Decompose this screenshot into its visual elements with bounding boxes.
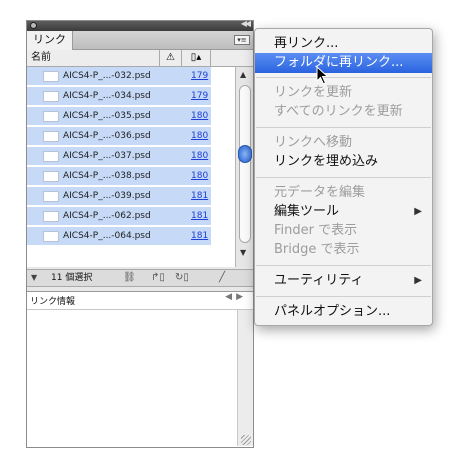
info-nav-arrows-icon[interactable]: ◀▶ (225, 292, 247, 302)
links-list: AICS4-P_...-032.psd 179 AICS4-P_...-034.… (27, 67, 235, 267)
collapse-icon[interactable]: ◀◀ (241, 19, 251, 28)
menu-item-relink[interactable]: 再リンク... (255, 34, 432, 54)
link-name: AICS4-P_...-036.psd (63, 131, 151, 141)
menu-separator (256, 77, 431, 78)
link-name: AICS4-P_...-039.psd (63, 191, 151, 201)
menu-item-go-to-link[interactable]: リンクへ移動 (255, 133, 432, 153)
file-thumbnail-icon (43, 211, 59, 222)
menu-item-panel-options[interactable]: パネルオプション... (255, 302, 432, 322)
menu-separator (256, 296, 431, 297)
file-thumbnail-icon (43, 151, 59, 162)
link-name: AICS4-P_...-038.psd (63, 171, 151, 181)
menu-separator (256, 127, 431, 128)
panel-menu-icon[interactable]: ▾≡ (234, 35, 250, 45)
mouse-pointer-icon (316, 66, 329, 85)
list-item[interactable]: AICS4-P_...-062.psd 181 (27, 207, 211, 226)
warning-icon[interactable]: ⚠ (159, 50, 181, 66)
menu-item-update-link[interactable]: リンクを更新 (255, 83, 432, 103)
info-scrollbar[interactable] (237, 309, 253, 446)
show-info-toggle-icon[interactable]: ▼ (31, 270, 37, 286)
column-header: 名前 ⚠ ▯▴ (27, 50, 253, 67)
panel-status-bar: ▼ 11 個選択 ⛓ ↱▯ ↻▯ ╱ (27, 269, 253, 287)
close-icon[interactable] (30, 22, 37, 29)
file-thumbnail-icon (43, 191, 59, 202)
link-page-number[interactable]: 180 (191, 107, 208, 125)
link-page-number[interactable]: 180 (191, 167, 208, 185)
link-name: AICS4-P_...-035.psd (63, 111, 151, 121)
file-thumbnail-icon (43, 91, 59, 102)
panel-tab-row: リンク ▾≡ (27, 31, 253, 50)
tab-links[interactable]: リンク (27, 31, 73, 50)
file-thumbnail-icon (43, 171, 59, 182)
link-name: AICS4-P_...-064.psd (63, 231, 151, 241)
submenu-arrow-icon: ▶ (414, 206, 422, 217)
submenu-arrow-icon: ▶ (414, 275, 422, 286)
link-info-label: リンク情報 (30, 297, 76, 307)
panel-context-menu: 再リンク... フォルダに再リンク... リンクを更新 すべてのリンクを更新 リ… (254, 28, 433, 326)
links-panel: ◀◀ リンク ▾≡ 名前 ⚠ ▯▴ AICS4-P_...-032.psd 17… (26, 19, 254, 448)
menu-item-update-all-links[interactable]: すべてのリンクを更新 (255, 102, 432, 122)
link-name: AICS4-P_...-037.psd (63, 151, 151, 161)
link-page-number[interactable]: 179 (191, 87, 208, 105)
scroll-track[interactable] (239, 85, 251, 243)
menu-item-edit-original[interactable]: 元データを編集 (255, 183, 432, 203)
menu-item-edit-with[interactable]: 編集ツール ▶ (255, 202, 432, 222)
menu-separator (256, 265, 431, 266)
link-name: AICS4-P_...-032.psd (63, 71, 151, 81)
file-thumbnail-icon (43, 71, 59, 82)
link-name: AICS4-P_...-062.psd (63, 211, 151, 221)
list-item[interactable]: AICS4-P_...-038.psd 180 (27, 167, 211, 186)
file-thumbnail-icon (43, 131, 59, 142)
list-scrollbar[interactable]: ▲ ▼ (235, 67, 253, 267)
menu-separator (256, 177, 431, 178)
go-to-link-icon[interactable]: ↻▯ (175, 270, 189, 286)
list-item[interactable]: AICS4-P_...-064.psd 181 (27, 227, 211, 246)
menu-item-reveal-in-bridge[interactable]: Bridge で表示 (255, 240, 432, 260)
menu-item-embed-link[interactable]: リンクを埋め込み (255, 152, 432, 172)
menu-item-relink-to-folder[interactable]: フォルダに再リンク... (255, 53, 432, 73)
relink-icon[interactable]: ↱▯ (151, 270, 165, 286)
list-item[interactable]: AICS4-P_...-039.psd 181 (27, 187, 211, 206)
link-page-number[interactable]: 181 (191, 207, 208, 225)
list-item[interactable]: AICS4-P_...-032.psd 179 (27, 67, 211, 86)
scroll-down-icon[interactable]: ▼ (240, 248, 246, 257)
link-name: AICS4-P_...-034.psd (63, 91, 151, 101)
link-page-number[interactable]: 179 (191, 67, 208, 85)
menu-item-edit-with-label: 編集ツール (274, 204, 340, 219)
file-thumbnail-icon (43, 111, 59, 122)
list-item[interactable]: AICS4-P_...-037.psd 180 (27, 147, 211, 166)
relink-cc-icon[interactable]: ⛓ (123, 270, 136, 286)
list-item[interactable]: AICS4-P_...-035.psd 180 (27, 107, 211, 126)
list-item[interactable]: AICS4-P_...-036.psd 180 (27, 127, 211, 146)
list-item[interactable]: AICS4-P_...-034.psd 179 (27, 87, 211, 106)
scroll-thumb[interactable] (238, 145, 252, 163)
menu-item-reveal-in-finder[interactable]: Finder で表示 (255, 221, 432, 241)
selection-count: 11 個選択 (51, 273, 93, 283)
scroll-up-icon[interactable]: ▲ (240, 70, 246, 79)
column-name-header[interactable]: 名前 (31, 50, 51, 66)
menu-item-utilities-label: ユーティリティ (274, 273, 364, 288)
link-page-number[interactable]: 181 (191, 227, 208, 245)
edit-original-icon[interactable]: ╱ (219, 270, 225, 286)
file-thumbnail-icon (43, 231, 59, 242)
link-page-number[interactable]: 180 (191, 127, 208, 145)
resize-grip-icon[interactable] (241, 435, 251, 445)
panel-titlebar[interactable]: ◀◀ (27, 19, 253, 31)
menu-item-utilities[interactable]: ユーティリティ ▶ (255, 271, 432, 291)
link-info-body (27, 309, 237, 447)
link-page-number[interactable]: 180 (191, 147, 208, 165)
link-info-section: リンク情報 ◀▶ (27, 291, 253, 447)
page-icon[interactable]: ▯▴ (181, 50, 211, 66)
link-page-number[interactable]: 181 (191, 187, 208, 205)
